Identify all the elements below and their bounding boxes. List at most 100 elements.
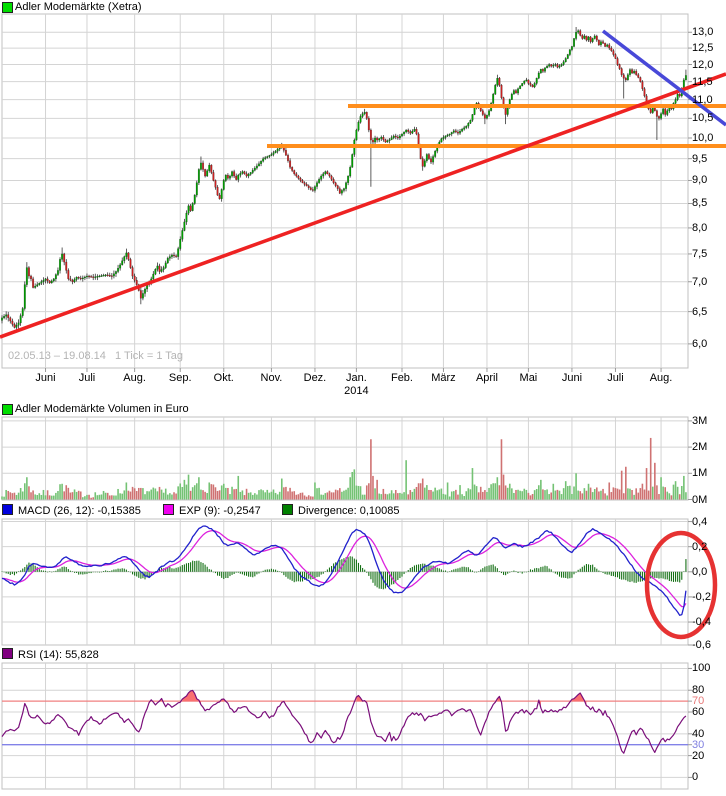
volume-bar xyxy=(589,487,592,500)
volume-bar xyxy=(670,495,673,500)
volume-bar xyxy=(218,490,221,500)
volume-bar xyxy=(158,486,161,500)
candle xyxy=(610,47,613,51)
volume-bar xyxy=(266,489,269,500)
volume-bar xyxy=(220,485,223,500)
candle xyxy=(473,107,476,115)
volume-bar xyxy=(380,494,383,500)
candle xyxy=(226,174,229,179)
candle xyxy=(289,160,292,168)
candle xyxy=(293,170,296,174)
volume-bar xyxy=(374,488,376,500)
exp-swatch-icon xyxy=(163,504,174,515)
price-tick-label: 6,0 xyxy=(692,337,708,350)
volume-bar xyxy=(517,489,519,500)
panel-frame xyxy=(1,416,689,501)
month-label: Dez. xyxy=(303,372,327,384)
candle xyxy=(471,114,474,121)
volume-bar xyxy=(169,493,171,500)
volume-bar xyxy=(386,494,389,500)
month-label: Juni xyxy=(35,372,56,384)
volume-bar xyxy=(177,486,179,500)
candle xyxy=(620,68,623,75)
candle xyxy=(245,173,248,177)
candle xyxy=(56,270,59,275)
candle xyxy=(599,41,602,46)
candle xyxy=(384,139,387,143)
volume-bar xyxy=(198,477,200,500)
candle xyxy=(303,182,306,185)
candle xyxy=(258,163,260,167)
volume-bar xyxy=(57,491,59,500)
volume-tick-label: 2M xyxy=(692,441,708,454)
volume-bar xyxy=(343,490,345,500)
candle xyxy=(566,54,569,59)
volume-bar xyxy=(233,489,235,500)
candle xyxy=(195,182,198,196)
candle xyxy=(448,133,451,136)
candle xyxy=(525,79,528,82)
volume-bar xyxy=(413,488,416,500)
volume-bar xyxy=(390,490,393,500)
month-label: März xyxy=(431,372,456,384)
candle xyxy=(546,66,549,69)
volume-bar xyxy=(676,486,679,500)
candle xyxy=(485,115,488,119)
volume-bar xyxy=(216,490,219,500)
candle xyxy=(587,36,590,41)
volume-bar xyxy=(291,491,293,500)
date-range-note: 02.05.13 – 19.08.14 1 Tick = 1 Tag xyxy=(8,350,184,362)
volume-bar xyxy=(214,487,217,500)
volume-bar xyxy=(455,489,457,500)
volume-bar xyxy=(631,490,633,500)
volume-bar xyxy=(428,489,430,500)
candle xyxy=(166,258,169,264)
month-label: Aug. xyxy=(649,372,673,384)
candle xyxy=(222,180,225,190)
candle xyxy=(121,260,124,266)
volume-bar xyxy=(683,475,685,500)
month-label: Juli xyxy=(607,372,624,384)
volume-bar xyxy=(73,489,76,500)
volume-bar xyxy=(307,495,310,500)
candle xyxy=(446,134,449,137)
volume-bar xyxy=(357,485,360,500)
candle xyxy=(684,75,687,81)
candle xyxy=(595,35,598,41)
volume-bar xyxy=(492,483,494,500)
candle xyxy=(270,154,273,156)
candle xyxy=(419,145,422,159)
candle xyxy=(357,122,360,131)
exp-legend-label: EXP (9): -0,2547 xyxy=(179,505,261,517)
candle xyxy=(676,93,679,100)
candle xyxy=(181,230,184,240)
volume-bar xyxy=(637,492,640,500)
volume-bar xyxy=(264,492,267,500)
candle xyxy=(521,83,524,87)
candle xyxy=(342,188,345,191)
rsi-tick-label: 60 xyxy=(692,706,705,719)
volume-bar xyxy=(137,487,140,500)
candle xyxy=(202,162,205,170)
volume-bar xyxy=(506,487,509,500)
candle xyxy=(204,169,207,177)
volume-bar xyxy=(627,488,629,500)
volume-bar xyxy=(324,493,327,500)
candle xyxy=(444,135,447,138)
candle xyxy=(102,275,105,277)
candle xyxy=(351,154,354,168)
volume-bar xyxy=(407,494,410,500)
volume-bar xyxy=(591,492,594,500)
candle xyxy=(372,139,374,143)
month-label: Aug. xyxy=(123,372,146,384)
price-tick-label: 12,0 xyxy=(692,58,714,71)
candle xyxy=(581,35,584,39)
volume-bar xyxy=(92,497,94,500)
volume-bar xyxy=(473,484,476,500)
candle xyxy=(175,255,178,257)
candle xyxy=(322,173,325,177)
candle xyxy=(73,279,76,282)
volume-bar xyxy=(465,491,468,500)
candle xyxy=(674,99,677,104)
volume-bar xyxy=(119,493,121,500)
